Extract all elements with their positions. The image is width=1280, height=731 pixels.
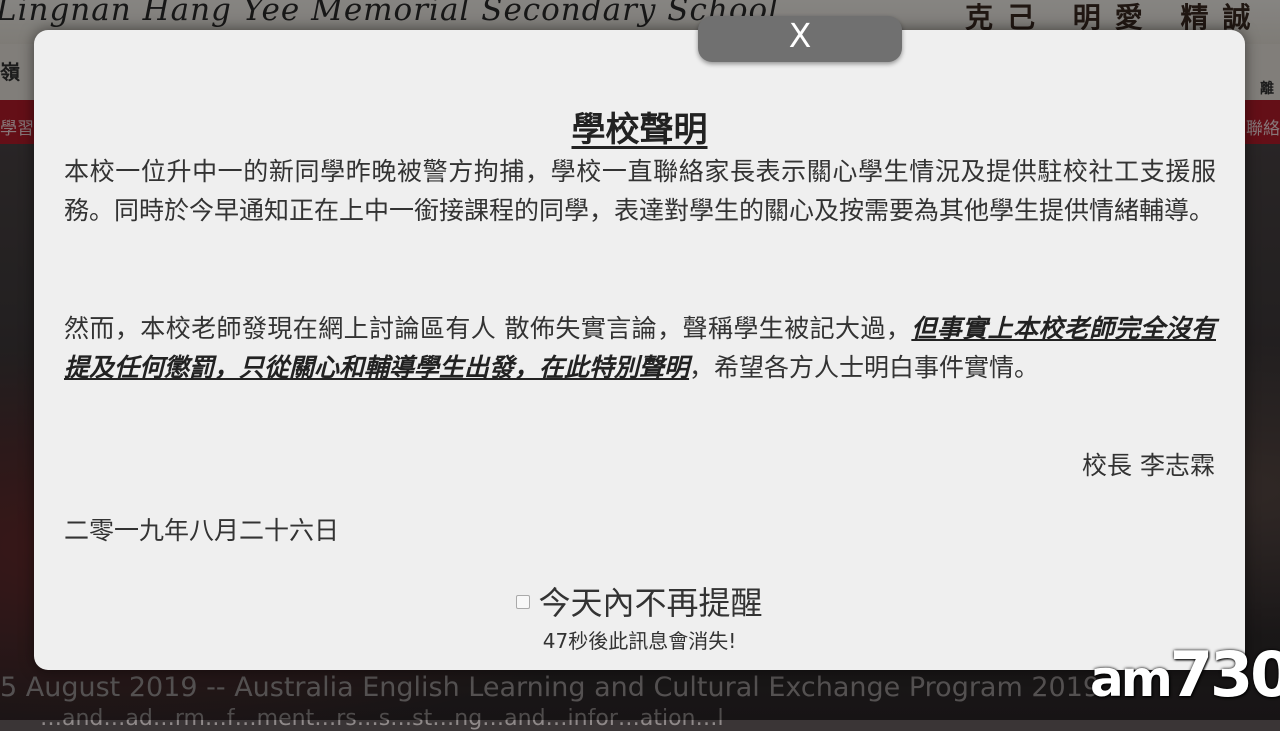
statement-paragraph-1: 本校一位升中一的新同學昨晚被警方拘捕，學校一直聯絡家長表示關心學生情況及提供駐校… [64, 157, 1216, 225]
countdown-text: 47秒後此訊息會消失! [542, 629, 737, 653]
close-button[interactable]: X [698, 16, 902, 62]
paragraph-2-text-end: ，希望各方人士明白事件實情。 [689, 353, 1040, 382]
announcement-modal: 學校聲明 本校一位升中一的新同學昨晚被警方拘捕，學校一直聯絡家長表示關心學生情況… [34, 30, 1245, 670]
dont-remind-label[interactable]: 今天內不再提醒 [538, 584, 762, 622]
dont-remind-option[interactable]: 今天內不再提醒 [34, 578, 1245, 624]
modal-title: 學校聲明 [571, 110, 708, 150]
statement-date: 二零一九年八月二十六日 [64, 516, 340, 545]
paragraph-2-text-start: 然而，本校老師發現在網上討論區有人 散佈失實言論，聲稱學生被記大過， [64, 314, 912, 343]
principal-signature: 校長 李志霖 [1082, 451, 1215, 480]
dont-remind-checkbox[interactable] [516, 595, 531, 609]
statement-paragraph-2: 然而，本校老師發現在網上討論區有人 散佈失實言論，聲稱學生被記大過，但事實上本校… [64, 309, 1216, 387]
am730-watermark-logo: am730 [1090, 638, 1280, 711]
